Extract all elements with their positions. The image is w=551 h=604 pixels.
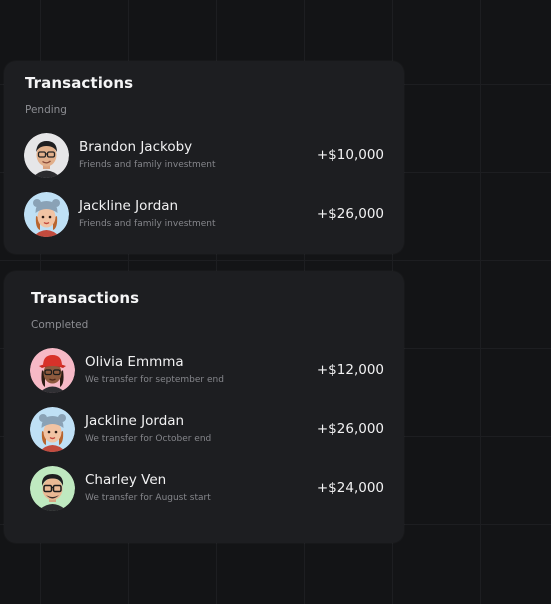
transaction-description: We transfer for september end xyxy=(85,375,224,385)
memoji-man-glasses-wink-icon xyxy=(24,133,69,178)
transaction-row[interactable]: Jackline Jordan We transfer for October … xyxy=(4,407,404,455)
avatar xyxy=(30,407,75,452)
avatar xyxy=(30,348,75,393)
transaction-amount: +$24,000 xyxy=(316,480,384,496)
transaction-row[interactable]: Jackline Jordan Friends and family inves… xyxy=(4,192,404,240)
transaction-amount: +$26,000 xyxy=(316,206,384,222)
pending-transactions-card: Transactions Pending Brandon Jackoby Fri… xyxy=(4,61,404,254)
card-title: Transactions xyxy=(31,289,140,307)
memoji-man-glasses-icon xyxy=(30,466,75,511)
avatar xyxy=(30,466,75,511)
transaction-amount: +$10,000 xyxy=(316,147,384,163)
avatar xyxy=(24,133,69,178)
transaction-description: Friends and family investment xyxy=(79,160,216,170)
transaction-name: Jackline Jordan xyxy=(85,413,185,429)
transaction-description: Friends and family investment xyxy=(79,219,216,229)
transaction-name: Olivia Emmma xyxy=(85,354,184,370)
transaction-name: Jackline Jordan xyxy=(79,198,179,214)
transaction-name: Brandon Jackoby xyxy=(79,139,193,155)
memoji-woman-bear-hat-icon xyxy=(24,192,69,237)
transaction-name: Charley Ven xyxy=(85,472,167,488)
transaction-description: We transfer for October end xyxy=(85,434,212,444)
transaction-row[interactable]: Brandon Jackoby Friends and family inves… xyxy=(4,133,404,181)
memoji-woman-bear-hat-icon xyxy=(30,407,75,452)
transaction-amount: +$12,000 xyxy=(316,362,384,378)
avatar xyxy=(24,192,69,237)
card-title: Transactions xyxy=(25,74,134,92)
transaction-description: We transfer for August start xyxy=(85,493,211,503)
completed-transactions-card: Transactions Completed Olivia Emmma We t… xyxy=(4,271,404,543)
section-label-completed: Completed xyxy=(31,319,89,331)
transaction-row[interactable]: Olivia Emmma We transfer for september e… xyxy=(4,348,404,396)
section-label-pending: Pending xyxy=(25,104,67,116)
transaction-amount: +$26,000 xyxy=(316,421,384,437)
transaction-row[interactable]: Charley Ven We transfer for August start… xyxy=(4,466,404,514)
memoji-woman-red-hat-icon xyxy=(30,348,75,393)
